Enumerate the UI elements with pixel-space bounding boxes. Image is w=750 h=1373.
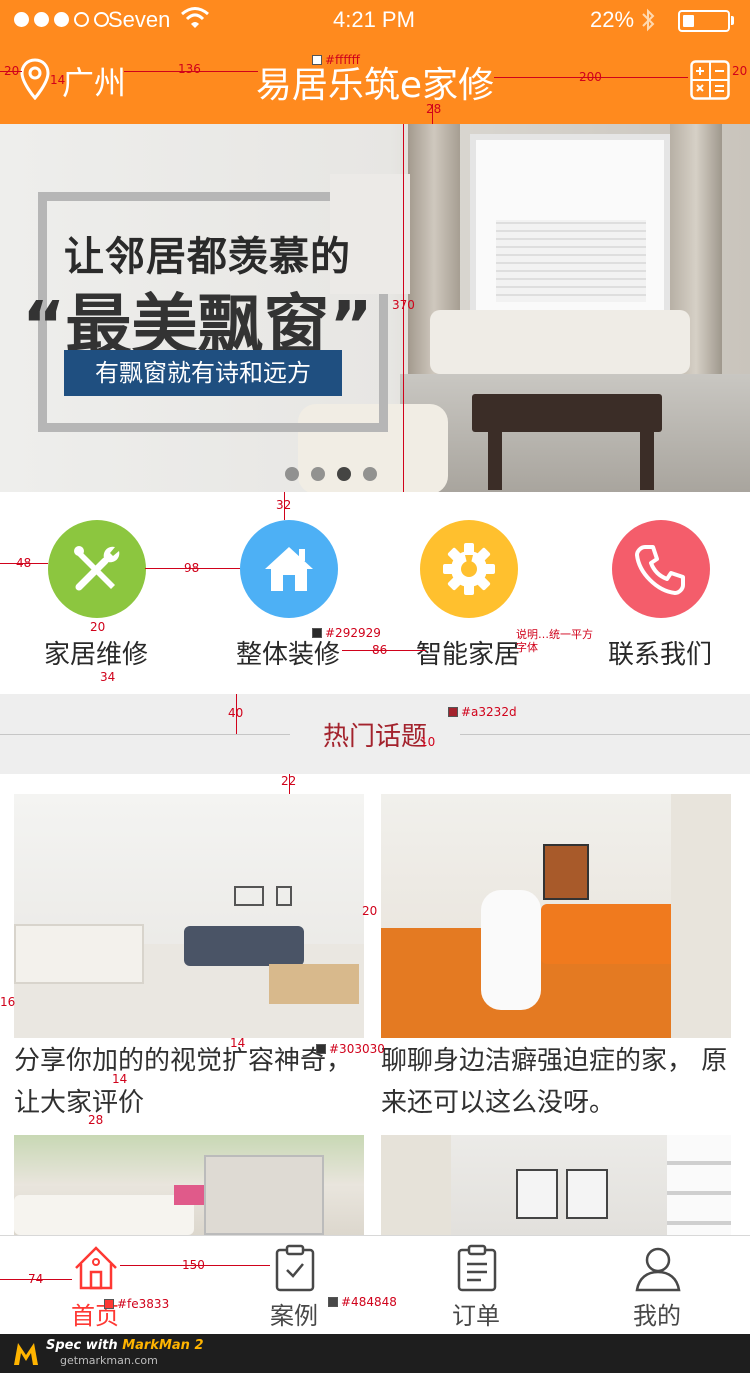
location-pin-icon[interactable]: [20, 58, 50, 100]
spec-label: 200: [579, 70, 602, 84]
clipboard-list-icon: [457, 1244, 497, 1292]
spec-color-label: #a3232d: [448, 705, 517, 719]
status-bar: Seven 4:21 PM 22%: [0, 0, 750, 40]
spec-label: 48: [16, 556, 32, 570]
spec-label: 20: [90, 620, 106, 634]
signal-strength-icon: [14, 12, 109, 27]
battery-icon: [678, 10, 730, 32]
markman-logo-icon: [14, 1343, 38, 1365]
spec-label: 32: [276, 498, 292, 512]
promo-banner[interactable]: 让邻居都羡慕的 “最美飘窗” 有飘窗就有诗和远方: [0, 124, 750, 492]
topic-card-image[interactable]: [381, 794, 731, 1038]
category-renovation[interactable]: 整体装修: [198, 520, 378, 670]
topic-card-image[interactable]: [381, 1135, 731, 1235]
spec-color-label: #fe3833: [104, 1297, 169, 1311]
markman-footer: Spec with MarkMan 2 getmarkman.com: [0, 1334, 750, 1373]
banner-photo-sofa: [430, 310, 690, 374]
topic-card-image[interactable]: [14, 794, 364, 1038]
topic-card-caption[interactable]: 分享你加的的视觉扩容神奇，让大家评价: [14, 1040, 364, 1124]
spec-label: 150: [182, 1258, 205, 1272]
category-label: 家居维修: [43, 640, 148, 670]
city-selector[interactable]: 广州: [62, 58, 126, 104]
spec-label: 20: [732, 64, 748, 78]
tab-label: 我的: [633, 1302, 681, 1330]
footer-brand: MarkMan 2: [122, 1338, 204, 1353]
spec-color-value: #484848: [341, 1295, 397, 1309]
spec-color-value: #fe3833: [117, 1297, 170, 1311]
banner-photo-table: [472, 394, 662, 432]
clipboard-check-icon: [275, 1244, 315, 1292]
footer-prefix: Spec with: [46, 1338, 118, 1353]
battery-tip: [731, 16, 734, 25]
phone-icon: [612, 520, 710, 618]
spec-color-value: #a3232d: [461, 705, 517, 719]
spec-label: 370: [392, 298, 415, 312]
pager-dot[interactable]: [311, 467, 325, 481]
banner-photo-floor: [400, 374, 750, 492]
spec-label: 16: [0, 995, 16, 1009]
bottom-tab-bar: 首页 案例 订单 我的: [0, 1235, 750, 1334]
tab-orders[interactable]: 订单: [401, 1236, 551, 1335]
home-icon: [75, 1246, 117, 1290]
topic-card-image[interactable]: [14, 1135, 364, 1235]
spec-label: 14: [230, 1036, 246, 1050]
banner-photo-table-leg: [488, 430, 502, 490]
spec-color-value: #303030: [329, 1042, 385, 1056]
spec-label: 14: [112, 1072, 128, 1086]
spec-label: 20: [362, 904, 378, 918]
banner-photo-table-leg: [640, 430, 654, 490]
spec-label: 28: [88, 1113, 104, 1127]
status-time: 4:21 PM: [333, 7, 415, 32]
carrier-name: Seven: [108, 7, 171, 32]
spec-label: 74: [28, 1272, 44, 1286]
spec-label: 40: [228, 706, 244, 720]
spec-label: 86: [372, 643, 388, 657]
spec-color-value: #292929: [325, 626, 381, 640]
spec-color-label: #303030: [316, 1042, 385, 1056]
category-home-repair[interactable]: 家居维修: [6, 520, 186, 670]
spec-label: 10: [420, 735, 436, 749]
house-icon: [240, 520, 338, 618]
spec-color-value: #ffffff: [325, 53, 360, 67]
pager-dot-active[interactable]: [337, 467, 351, 481]
banner-pager[interactable]: [285, 467, 377, 481]
tab-cases[interactable]: 案例: [219, 1236, 369, 1335]
wifi-icon: [181, 7, 209, 28]
footer-title: Spec with MarkMan 2: [46, 1338, 204, 1353]
spec-color-label: #ffffff: [312, 53, 360, 67]
spec-label: 136: [178, 62, 201, 76]
spec-label: 34: [100, 670, 116, 684]
pager-dot[interactable]: [285, 467, 299, 481]
app-header: Seven 4:21 PM 22% 广州 易居乐筑e家修: [0, 0, 750, 124]
spec-label: 98: [184, 561, 200, 575]
spec-label: 22: [281, 774, 297, 788]
gear-icon: [420, 520, 518, 618]
section-title: 热门话题: [322, 722, 427, 752]
topic-card-caption[interactable]: 聊聊身边洁癖强迫症的家， 原来还可以这么没呀。: [381, 1040, 731, 1124]
calculator-icon[interactable]: [690, 60, 730, 100]
tab-label: 订单: [452, 1302, 500, 1330]
spec-label: 20: [4, 64, 20, 78]
footer-url: getmarkman.com: [60, 1354, 158, 1367]
spec-color-label: #484848: [328, 1295, 397, 1309]
spec-label: 28: [426, 102, 442, 116]
spec-note: 说明…统一平方字体: [516, 628, 593, 654]
user-icon: [635, 1247, 681, 1292]
pager-dot[interactable]: [363, 467, 377, 481]
bluetooth-icon: [642, 8, 655, 32]
tools-icon: [48, 520, 146, 618]
banner-tagline: 有飘窗就有诗和远方: [64, 350, 342, 396]
spec-color-label: #292929: [312, 626, 381, 640]
category-contact-us[interactable]: 联系我们: [570, 520, 750, 670]
hot-topics-header: 热门话题: [0, 694, 750, 774]
category-label: 联系我们: [607, 640, 712, 670]
banner-photo-shutter: [496, 220, 646, 302]
tab-profile[interactable]: 我的: [582, 1236, 732, 1335]
battery-percent: 22%: [590, 7, 635, 32]
spec-label: 14: [50, 73, 66, 87]
